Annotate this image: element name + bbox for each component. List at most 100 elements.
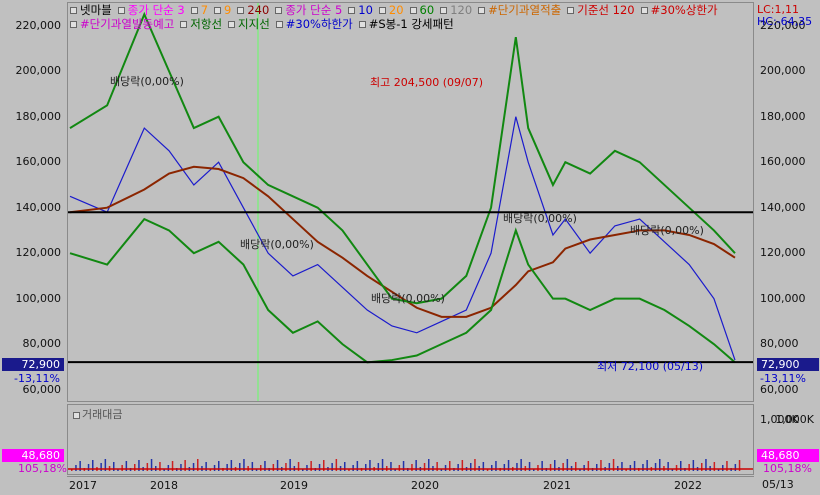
legend-checkbox-icon[interactable] <box>275 21 283 28</box>
legend-item-r1-4[interactable]: 240 <box>237 3 272 17</box>
hc-readout: HC:-64,35 <box>757 15 813 28</box>
volume-bar <box>629 465 632 471</box>
volume-bar <box>285 463 287 471</box>
legend-checkbox-icon[interactable] <box>409 7 417 14</box>
y-label-right: 100,000 <box>760 291 806 305</box>
legend-label: #30%하한가 <box>285 17 353 31</box>
legend-checkbox-icon[interactable] <box>180 21 188 28</box>
volume-bar <box>491 465 493 471</box>
legend-label: 10 <box>358 3 373 17</box>
legend-label: 종가 단순 5 <box>285 3 343 17</box>
volume-bar <box>260 465 262 471</box>
price-chart-pane[interactable] <box>67 2 754 402</box>
legend-item-r2-2[interactable]: 지지선 <box>228 17 273 31</box>
legend-checkbox-icon[interactable] <box>237 7 245 14</box>
volume-bar <box>318 464 321 471</box>
legend-item-r2-0[interactable]: #단기과열발동예고 <box>70 17 177 31</box>
legend-checkbox-icon[interactable] <box>275 7 283 14</box>
legend-checkbox-icon[interactable] <box>117 7 125 14</box>
series-line-close <box>69 116 736 361</box>
legend-checkbox-icon[interactable] <box>378 7 386 14</box>
series-line-resistance <box>69 11 736 305</box>
legend-item-r1-2[interactable]: 7 <box>190 3 211 17</box>
volume-bar <box>75 465 77 471</box>
legend-item-r2-1[interactable]: 저항선 <box>180 17 225 31</box>
legend-checkbox-icon[interactable] <box>478 7 486 14</box>
legend-label: #단기과열발동예고 <box>80 17 175 31</box>
vol-axis-right-label: 1,000K <box>760 413 799 426</box>
volume-bar <box>87 464 90 471</box>
volume-toggle-icon[interactable] <box>73 411 80 419</box>
legend-label: 넷마블 <box>80 3 112 17</box>
legend-item-r1-6[interactable]: 10 <box>348 3 376 17</box>
dividend-annotation-5: 배당락(0,00%) <box>630 224 704 237</box>
y-axis-left: 220,000 200,000 180,000 160,000 140,000 120,0… <box>0 0 67 476</box>
legend-label: 9 <box>224 3 232 17</box>
price-chart-svg <box>68 3 753 401</box>
legend-row-2: #단기과열발동예고 저항선 지지선 #30%하한가 #S봉-1 강세패턴 <box>70 17 724 31</box>
y-label-left: 80,000 <box>22 337 62 351</box>
legend-item-r1-7[interactable]: 20 <box>378 3 407 17</box>
legend-checkbox-icon[interactable] <box>190 7 198 14</box>
volume-bar <box>688 464 690 471</box>
legend-item-r1-11[interactable]: 기준선 120 <box>567 3 637 17</box>
volume-bar <box>306 465 308 471</box>
current-pct-left: -13,11% <box>14 372 60 385</box>
volume-pct-right: 105,18% <box>763 462 812 475</box>
legend-checkbox-icon[interactable] <box>348 7 356 14</box>
legend-checkbox-icon[interactable] <box>70 7 77 14</box>
legend-checkbox-icon[interactable] <box>358 21 366 28</box>
volume-bar <box>608 463 611 471</box>
x-axis: 2017 2018 2019 2020 2021 2022 <box>67 476 754 495</box>
current-price-tag-right: 72,900 <box>757 358 819 371</box>
legend-item-r1-10[interactable]: #단기과열적출 <box>478 3 564 17</box>
volume-bar <box>444 465 447 471</box>
legend-checkbox-icon[interactable] <box>214 7 222 14</box>
y-label-right: 80,000 <box>760 337 799 351</box>
volume-bar <box>352 465 354 471</box>
legend-label: 종가 단순 3 <box>127 3 185 17</box>
y-label-left: 140,000 <box>15 200 62 214</box>
legend-label: 7 <box>200 3 209 17</box>
volume-bar <box>146 463 149 471</box>
volume-bar <box>192 463 195 471</box>
y-label-right: 120,000 <box>760 246 806 260</box>
volume-title: 거래대금 <box>73 406 122 422</box>
legend-label: 20 <box>388 3 404 17</box>
legend-checkbox-icon[interactable] <box>640 7 648 14</box>
legend-item-r1-0[interactable]: 넷마블 <box>70 3 115 17</box>
volume-bar <box>675 465 678 471</box>
x-label-2022: 2022 <box>674 479 702 492</box>
legend-item-r1-8[interactable]: 60 <box>409 3 438 17</box>
volume-value-left: 48,680 <box>2 449 64 462</box>
volume-title-text: 거래대금 <box>82 408 123 421</box>
legend-item-r1-9[interactable]: 120 <box>440 3 475 17</box>
volume-value-right: 48,680 <box>757 449 819 462</box>
indicator-legend: 넷마블 종가 단순 3 7 9 240 종가 단순 5 10 20 60 120 #단기과열적출 기준… <box>70 3 724 31</box>
legend-item-r1-1[interactable]: 종가 단순 3 <box>117 3 188 17</box>
volume-bar <box>503 464 506 471</box>
y-label-left: 120,000 <box>15 246 62 260</box>
legend-row-1: 넷마블 종가 단순 3 7 9 240 종가 단순 5 10 20 60 120 #단기과열적출 기준… <box>70 3 724 17</box>
volume-bar <box>134 464 136 471</box>
legend-label: 저항선 <box>190 17 223 31</box>
volume-bar <box>562 463 564 471</box>
chart-window: 220,000 200,000 180,000 160,000 140,000 120,0… <box>0 0 820 495</box>
legend-item-r2-4[interactable]: #S봉-1 강세패턴 <box>358 17 457 31</box>
volume-bar <box>457 464 459 471</box>
volume-bar <box>596 464 598 471</box>
y-label-right: 180,000 <box>760 109 806 123</box>
y-label-right: 200,000 <box>760 64 806 78</box>
legend-item-r1-12[interactable]: #30%상한가 <box>640 3 721 17</box>
legend-checkbox-icon[interactable] <box>567 7 575 14</box>
volume-bar <box>239 463 241 471</box>
volume-bar <box>100 463 102 471</box>
legend-item-r2-3[interactable]: #30%하한가 <box>275 17 356 31</box>
legend-checkbox-icon[interactable] <box>440 7 448 14</box>
legend-checkbox-icon[interactable] <box>70 21 77 28</box>
legend-item-r1-5[interactable]: 종가 단순 5 <box>275 3 345 17</box>
volume-pane[interactable] <box>67 404 754 475</box>
legend-checkbox-icon[interactable] <box>228 21 236 28</box>
volume-bar <box>167 465 170 471</box>
legend-item-r1-3[interactable]: 9 <box>214 3 234 17</box>
